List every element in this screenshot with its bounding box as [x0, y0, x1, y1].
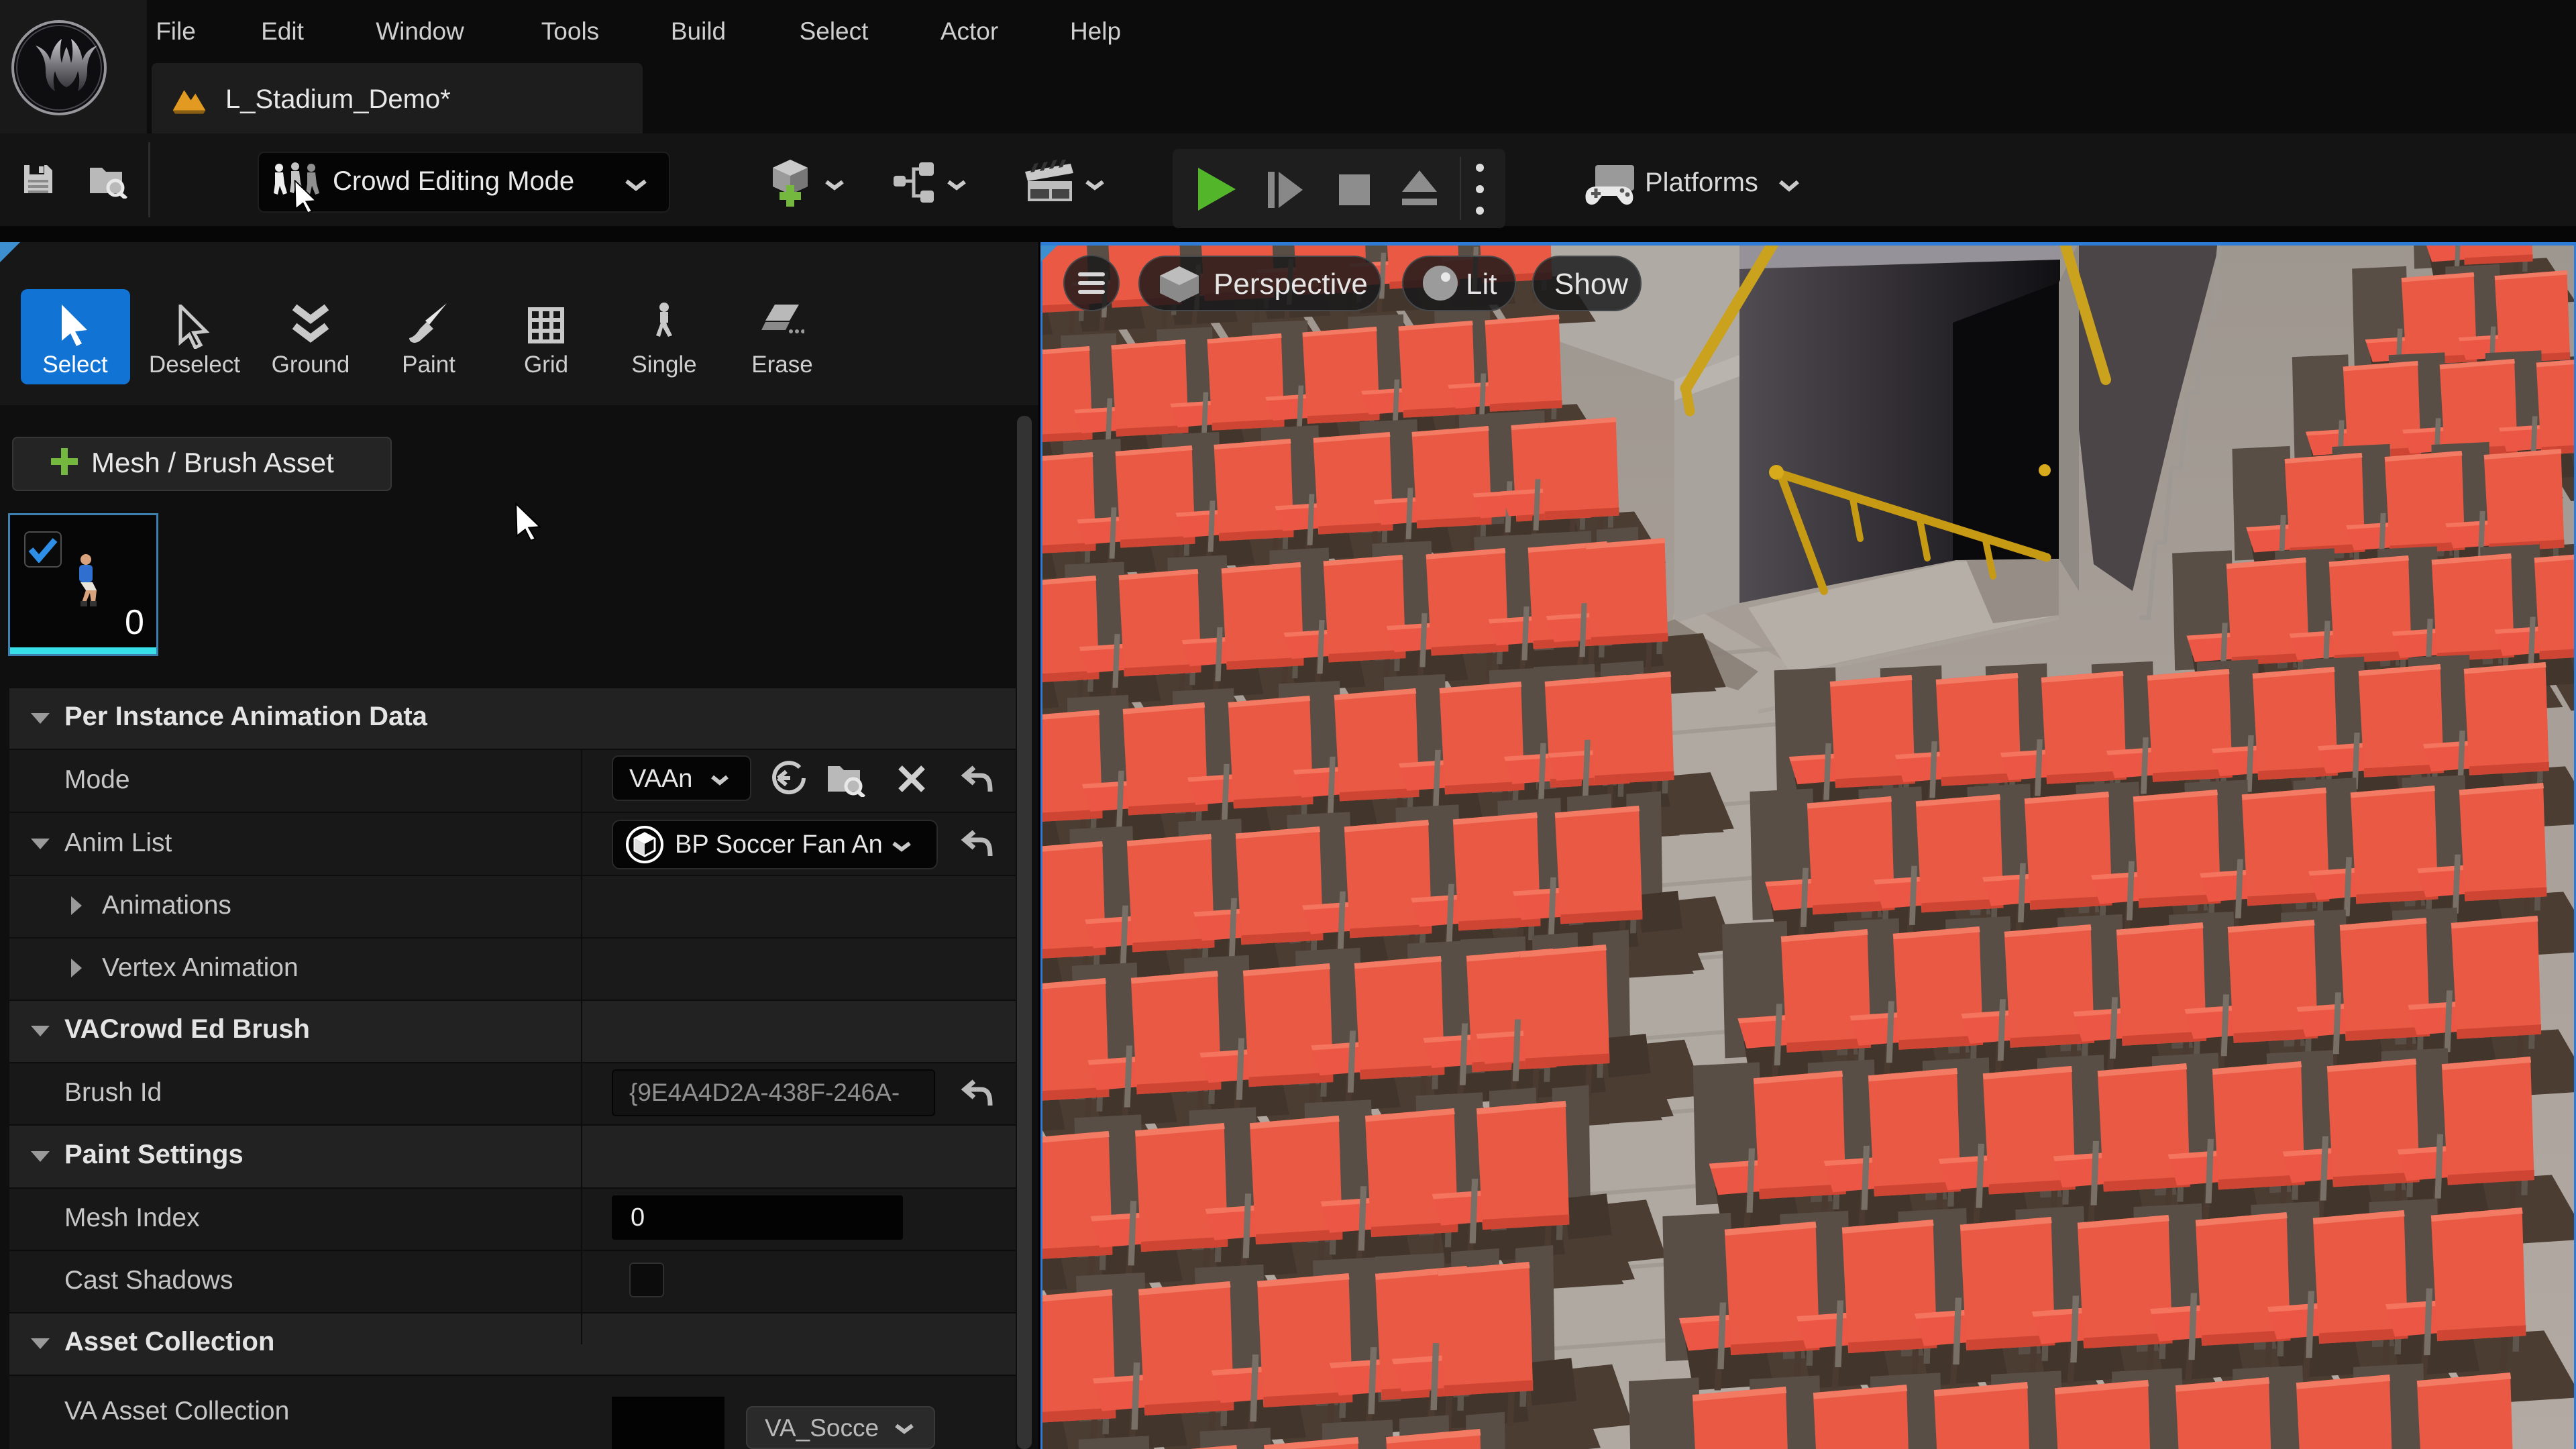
svg-text:Show: Show	[1554, 268, 1628, 301]
svg-text:Perspective: Perspective	[1214, 268, 1368, 301]
svg-text:Lit: Lit	[1466, 268, 1497, 301]
